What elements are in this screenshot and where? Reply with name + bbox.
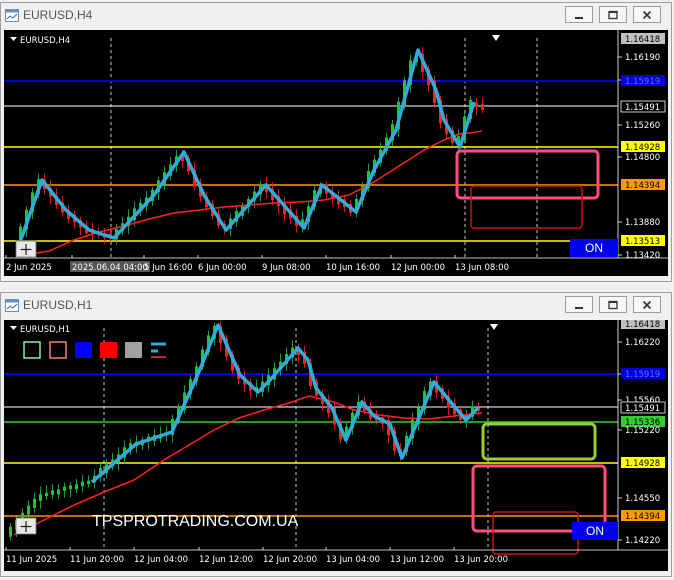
restore-icon	[608, 10, 618, 20]
time-label: 12 Jun 04:00	[134, 555, 188, 565]
price-label: 1.13420	[625, 251, 660, 261]
on-toggle-label: ON	[586, 524, 604, 538]
price-label: 1.13513	[625, 237, 660, 247]
supply-zone	[455, 149, 600, 200]
price-label: 1.15260	[625, 121, 660, 131]
candle-body	[481, 103, 484, 110]
candle-body	[45, 492, 48, 497]
window-title: EURUSD,H1	[23, 298, 93, 312]
price-label: 1.14800	[625, 153, 660, 163]
time-label: 10 Jun 16:00	[326, 263, 380, 273]
legend-swatch-red[interactable]	[100, 342, 117, 358]
legend-swatch-green[interactable]	[23, 341, 41, 359]
symbol-label: EURUSD,H1	[20, 325, 70, 335]
price-label: 1.14394	[625, 181, 660, 191]
time-label: 13 Jun 12:00	[390, 555, 444, 565]
window-titlebar[interactable]: EURUSD,H4	[1, 3, 671, 29]
price-chart-h1[interactable]: TPSPROTRADING.COM.UA 1.164181.162201.158…	[4, 320, 668, 571]
price-label: 1.14928	[625, 459, 660, 469]
time-label: 9 Jun 08:00	[262, 263, 311, 273]
legend-swatch-gray[interactable]	[125, 342, 142, 358]
price-label: 1.14928	[625, 143, 660, 153]
price-chart-h4[interactable]: 1.164181.161901.157301.154911.152601.149…	[4, 30, 668, 276]
minimize-button[interactable]	[565, 296, 593, 313]
candle-body	[27, 505, 30, 515]
legend-swatch-blue[interactable]	[75, 342, 92, 358]
time-label: 2 Jun 2025	[6, 263, 52, 273]
chart-window-h1: EURUSD,H1 TPSPROTRADING.COM.UA 1.16418 1…	[0, 292, 672, 577]
candle-body	[75, 484, 78, 490]
time-label: 12 Jun 12:00	[199, 555, 253, 565]
minimize-icon	[575, 17, 583, 19]
time-label: 11 Jun 20:00	[70, 555, 124, 565]
time-label: 6 Jun 00:00	[198, 263, 247, 273]
symbol-label: EURUSD,H4	[20, 36, 70, 46]
restore-icon	[608, 300, 618, 310]
price-label: 1.14220	[625, 536, 660, 546]
time-label: 2025.06.04 04:00	[72, 263, 148, 273]
price-label: 1.15491	[625, 404, 660, 414]
demand-zone	[492, 511, 579, 555]
restore-button[interactable]	[599, 296, 627, 313]
candle-body	[9, 526, 12, 537]
time-label: 12 Jun 00:00	[391, 263, 445, 273]
candles	[19, 46, 484, 251]
candle-body	[57, 489, 60, 495]
time-label: 13 Jun 20:00	[454, 555, 508, 565]
price-label-hidden: 1.15919	[625, 77, 660, 87]
shift-marker-icon[interactable]	[492, 35, 500, 41]
chart-window-icon	[5, 9, 19, 22]
demand-zone	[470, 185, 583, 229]
candle-body	[63, 486, 66, 491]
price-label: 1.13880	[625, 218, 660, 228]
legend-swatch-salmon[interactable]	[49, 341, 67, 359]
price-label: 1.15491	[625, 103, 660, 113]
chart-window-h4: EURUSD,H4 1.16418 1.16190 1.15491 1.1526…	[0, 2, 672, 282]
price-label: 1.16220	[625, 338, 660, 348]
window-titlebar[interactable]: EURUSD,H1	[1, 293, 671, 319]
minimize-button[interactable]	[565, 6, 593, 23]
price-label: 1.14550	[625, 494, 660, 504]
close-icon	[642, 10, 652, 20]
price-label: 1.16418	[625, 35, 660, 45]
time-label: 11 Jun 2025	[6, 555, 57, 565]
price-label: 1.15220	[625, 426, 660, 436]
on-toggle-label: ON	[585, 241, 603, 255]
candle-body	[39, 494, 42, 501]
time-label: 12 Jun 20:00	[263, 555, 317, 565]
candle-body	[69, 485, 72, 490]
price-label: 1.16190	[625, 53, 660, 63]
shift-marker-icon[interactable]	[490, 324, 498, 330]
candle-body	[81, 481, 84, 487]
buy-zone	[481, 422, 597, 461]
window-title: EURUSD,H4	[23, 8, 93, 22]
price-label-hidden: 1.15919	[625, 370, 660, 380]
legend-lines-icon[interactable]	[151, 342, 166, 358]
minimize-icon	[575, 307, 583, 309]
time-label: 5 Jun 16:00	[144, 263, 193, 273]
candle-body	[33, 498, 36, 509]
restore-button[interactable]	[599, 6, 627, 23]
time-label: 13 Jun 08:00	[455, 263, 509, 273]
symbol-menu-icon[interactable]	[10, 37, 17, 41]
close-button[interactable]	[633, 296, 661, 313]
watermark-text: TPSPROTRADING.COM.UA	[92, 513, 299, 530]
candle-body	[87, 480, 90, 485]
close-icon	[642, 300, 652, 310]
price-label: 1.16418	[625, 320, 660, 330]
symbol-menu-icon[interactable]	[10, 326, 17, 330]
time-label: 13 Jun 04:00	[326, 555, 380, 565]
price-label: 1.14394	[625, 512, 660, 522]
candle-body	[51, 490, 54, 495]
chart-window-icon	[5, 299, 19, 312]
close-button[interactable]	[633, 6, 661, 23]
